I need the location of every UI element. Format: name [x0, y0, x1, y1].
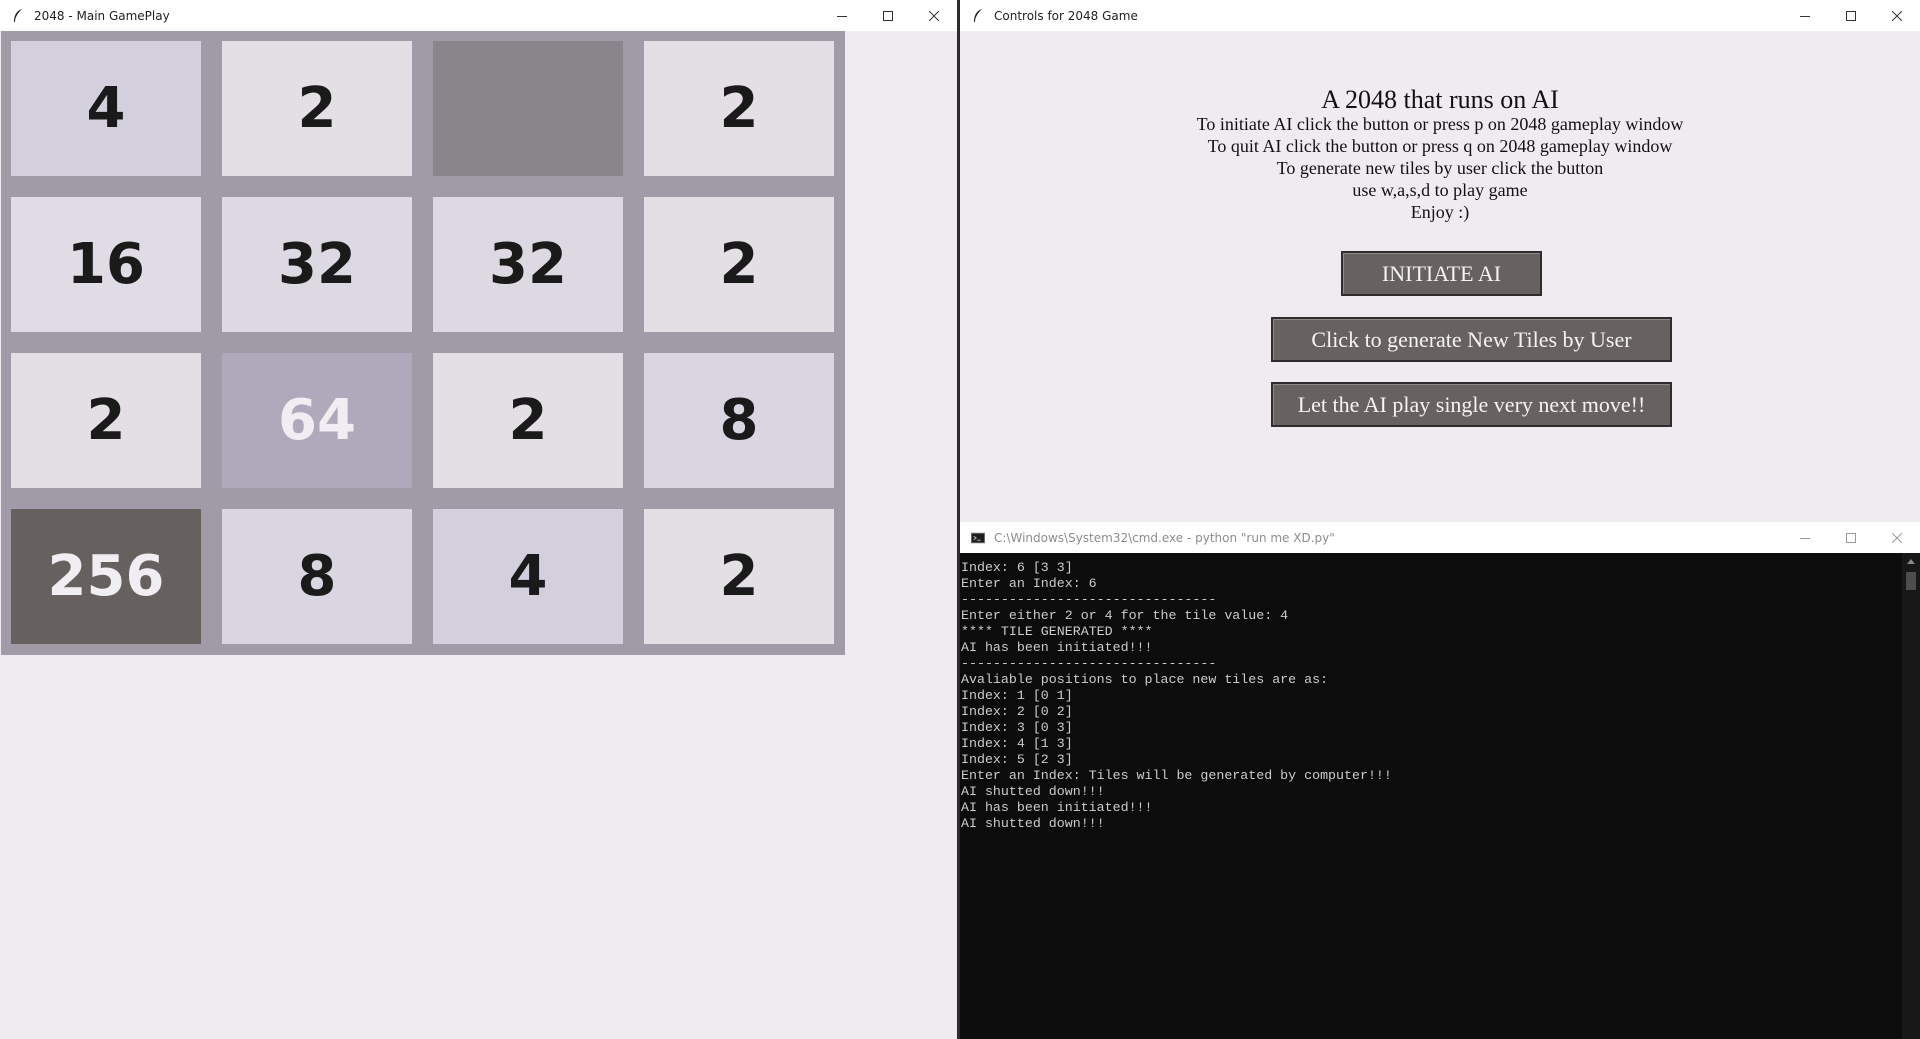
console-line: Index: 4 [1 3]: [961, 736, 1073, 751]
controls-panel: A 2048 that runs on AI To initiate AI cl…: [960, 31, 1920, 520]
tile-2: 2: [433, 353, 623, 488]
game-window-title: 2048 - Main GamePlay: [34, 8, 170, 23]
tile-4: 4: [11, 41, 201, 176]
close-icon[interactable]: [1874, 522, 1920, 553]
minimize-icon[interactable]: [1782, 0, 1828, 31]
tile-2: 2: [11, 353, 201, 488]
instruction-line: To generate new tiles by user click the …: [1276, 158, 1604, 178]
generate-tiles-button[interactable]: Click to generate New Tiles by User: [1271, 317, 1672, 362]
maximize-icon[interactable]: [1828, 0, 1874, 31]
console-line: AI has been initiated!!!: [961, 800, 1153, 815]
maximize-icon[interactable]: [865, 0, 911, 31]
initiate-ai-button[interactable]: INITIATE AI: [1341, 251, 1542, 296]
instruction-line: To quit AI click the button or press q o…: [1207, 136, 1673, 156]
ai-single-move-button[interactable]: Let the AI play single very next move!!: [1271, 382, 1672, 427]
tile-8: 8: [222, 509, 412, 644]
tile-2: 2: [644, 41, 834, 176]
cmd-icon: [971, 530, 985, 546]
console-line: Index: 3 [0 3]: [961, 720, 1073, 735]
console-line: Index: 2 [0 2]: [961, 704, 1073, 719]
console-window: C:\Windows\System32\cmd.exe - python "ru…: [960, 522, 1920, 1039]
instruction-line: use w,a,s,d to play game: [1352, 180, 1528, 200]
console-line: Enter an Index: 6: [961, 576, 1097, 591]
console-scrollbar[interactable]: [1902, 553, 1920, 1039]
tile-8: 8: [644, 353, 834, 488]
scrollbar-thumb[interactable]: [1906, 572, 1916, 590]
tile-64: 64: [222, 353, 412, 488]
game-board: 4 2 2 16 32 32 2 2 64 2 8 256 8 4 2: [1, 31, 845, 655]
tile-2: 2: [222, 41, 412, 176]
tile-4: 4: [433, 509, 623, 644]
feather-icon: [11, 8, 25, 24]
console-titlebar[interactable]: C:\Windows\System32\cmd.exe - python "ru…: [960, 522, 1920, 553]
feather-icon: [971, 8, 985, 24]
tile-256: 256: [11, 509, 201, 644]
console-line: Enter either 2 or 4 for the tile value: …: [961, 608, 1289, 623]
minimize-icon[interactable]: [1782, 522, 1828, 553]
console-line: **** TILE GENERATED ****: [961, 624, 1153, 639]
game-titlebar[interactable]: 2048 - Main GamePlay: [0, 0, 957, 31]
console-line: AI shutted down!!!: [961, 784, 1105, 799]
console-line: AI has been initiated!!!: [961, 640, 1153, 655]
console-line: --------------------------------: [961, 656, 1217, 671]
controls-window-title: Controls for 2048 Game: [994, 8, 1138, 23]
minimize-icon[interactable]: [819, 0, 865, 31]
scroll-up-icon[interactable]: [1902, 553, 1920, 569]
tile-32: 32: [433, 197, 623, 332]
tile-empty: [433, 41, 623, 176]
console-line: --------------------------------: [961, 592, 1217, 607]
console-line: Index: 5 [2 3]: [961, 752, 1073, 767]
game-window: 2048 - Main GamePlay 4 2 2 16 32 32 2 2 64 2 8 256 8…: [0, 0, 957, 1039]
console-line: Avaliable positions to place new tiles a…: [961, 672, 1329, 687]
instruction-line: Enjoy :): [1410, 202, 1470, 222]
tile-16: 16: [11, 197, 201, 332]
tile-2: 2: [644, 509, 834, 644]
console-output[interactable]: Index: 6 [3 3] Enter an Index: 6 ---------…: [960, 553, 1900, 1039]
console-line: AI shutted down!!!: [961, 816, 1105, 831]
console-line: Index: 1 [0 1]: [961, 688, 1073, 703]
close-icon[interactable]: [1874, 0, 1920, 31]
controls-heading: A 2048 that runs on AI: [1321, 85, 1559, 114]
maximize-icon[interactable]: [1828, 522, 1874, 553]
close-icon[interactable]: [911, 0, 957, 31]
tile-32: 32: [222, 197, 412, 332]
console-line: Index: 6 [3 3]: [961, 560, 1073, 575]
console-window-title: C:\Windows\System32\cmd.exe - python "ru…: [994, 530, 1335, 545]
console-line: Enter an Index: Tiles will be generated …: [961, 768, 1392, 783]
instruction-line: To initiate AI click the button or press…: [1196, 114, 1684, 134]
controls-window: Controls for 2048 Game A 2048 that runs …: [960, 0, 1920, 520]
tile-2: 2: [644, 197, 834, 332]
controls-titlebar[interactable]: Controls for 2048 Game: [960, 0, 1920, 31]
